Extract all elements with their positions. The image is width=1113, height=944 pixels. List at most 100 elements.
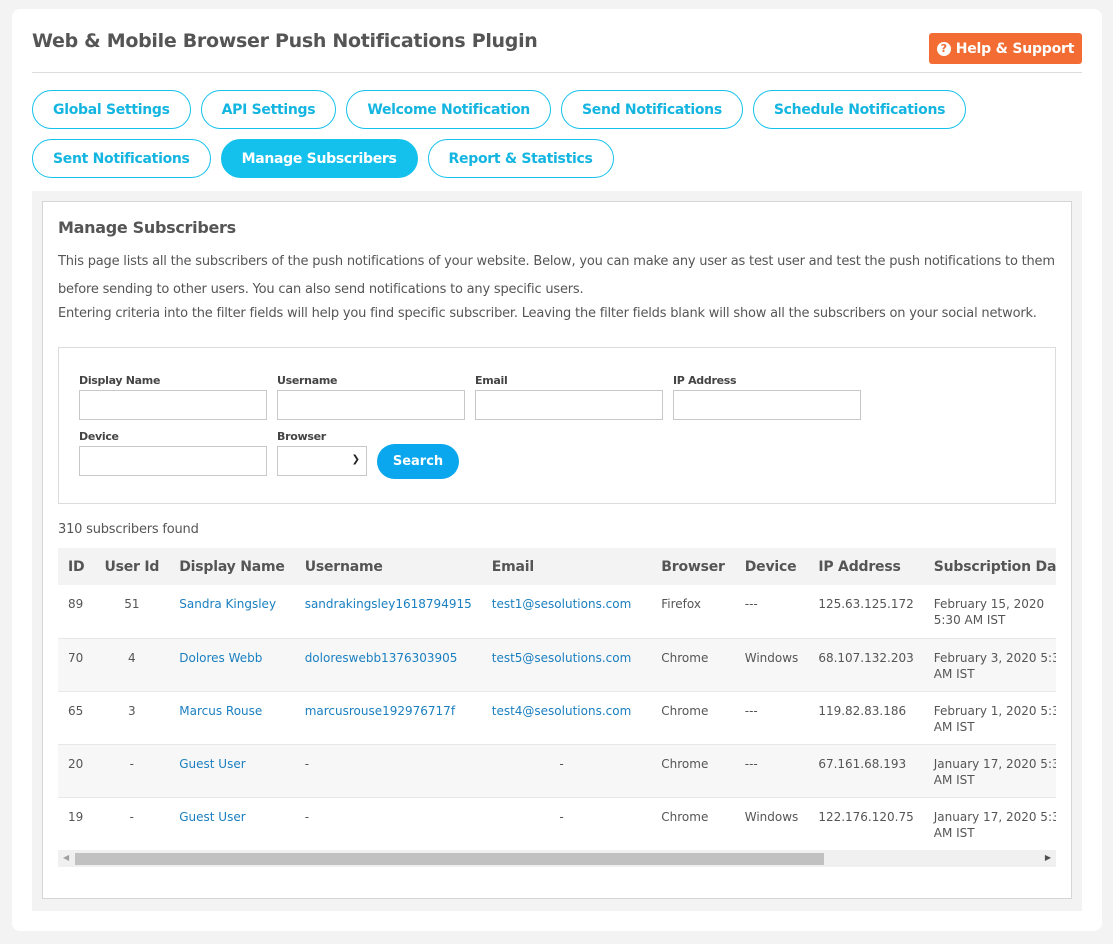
manage-subscribers-panel: Manage Subscribers This page lists all t…	[42, 201, 1072, 899]
plugin-card: Web & Mobile Browser Push Notifications …	[12, 9, 1102, 931]
scroll-left-arrow-icon[interactable]: ◀	[63, 853, 69, 862]
content-area: Manage Subscribers This page lists all t…	[32, 191, 1082, 911]
cell-user-id: 4	[128, 650, 136, 665]
browser-filter: Browser ❯	[277, 430, 367, 476]
browser-select[interactable]: ❯	[277, 446, 367, 476]
tab-send-notifications[interactable]: Send Notifications	[560, 90, 743, 129]
ip-address-label: IP Address	[673, 374, 737, 387]
cell-display-name[interactable]: Guest User	[169, 744, 294, 797]
cell-display-name[interactable]: Guest User	[169, 797, 294, 850]
header-divider	[32, 72, 1082, 73]
cell-device: Windows	[744, 650, 799, 665]
scroll-right-arrow-icon[interactable]: ▶	[1045, 853, 1051, 862]
results-count: 310 subscribers found	[58, 522, 199, 537]
col-subscription-date: Subscription Date	[933, 558, 1056, 575]
col-ip-address: IP Address	[818, 558, 901, 575]
cell-browser: Firefox	[661, 597, 701, 611]
cell-display-name[interactable]: Sandra Kingsley	[169, 585, 294, 638]
email-filter: Email	[475, 374, 663, 420]
nav-tabs: Global Settings API Settings Welcome Not…	[32, 90, 1082, 188]
cell-ip-address: 68.107.132.203	[818, 650, 914, 665]
col-display-name: Display Name	[179, 558, 285, 575]
cell-browser: Chrome	[661, 703, 709, 718]
cell-email: -	[559, 809, 564, 824]
cell-email-link[interactable]: test1@sesolutions.com	[492, 597, 632, 611]
cell-email: -	[559, 756, 564, 771]
col-email: Email	[491, 558, 534, 575]
cell-display-name-link[interactable]: Guest User	[179, 810, 245, 824]
cell-email-link[interactable]: test5@sesolutions.com	[492, 651, 632, 665]
device-input[interactable]	[79, 446, 267, 476]
cell-ip-address: 125.63.125.172	[818, 597, 914, 611]
col-username: Username	[304, 558, 383, 575]
cell-email-link[interactable]: test4@sesolutions.com	[492, 704, 632, 718]
cell-subscription-date: January 17, 2020 5:30 AM IST	[933, 809, 1056, 840]
cell-display-name-link[interactable]: Marcus Rouse	[179, 704, 262, 718]
cell-display-name-link[interactable]: Dolores Webb	[179, 651, 262, 665]
cell-id: 89	[68, 597, 84, 611]
cell-browser: Chrome	[661, 809, 709, 824]
cell-display-name[interactable]: Marcus Rouse	[169, 691, 294, 744]
display-name-input[interactable]	[79, 390, 267, 420]
cell-display-name-link[interactable]: Guest User	[179, 757, 245, 771]
cell-device: ---	[744, 597, 758, 611]
cell-ip-address: 67.161.68.193	[818, 756, 907, 771]
tab-manage-subscribers[interactable]: Manage Subscribers	[220, 139, 418, 178]
cell-email[interactable]: test1@sesolutions.com	[482, 585, 652, 638]
cell-username-link[interactable]: marcusrouse192976717f	[305, 704, 455, 718]
device-filter: Device	[79, 430, 267, 476]
section-description: This page lists all the subscribers of t…	[58, 248, 1058, 324]
cell-ip-address: 122.176.120.75	[818, 809, 914, 824]
col-device: Device	[744, 558, 797, 575]
cell-display-name-link[interactable]: Sandra Kingsley	[179, 597, 276, 611]
cell-username[interactable]: marcusrouse192976717f	[295, 691, 482, 744]
cell-username-link[interactable]: sandrakingsley1618794915	[305, 597, 472, 611]
cell-device: ---	[744, 756, 758, 771]
col-id: ID	[68, 558, 85, 575]
cell-username[interactable]: sandrakingsley1618794915	[295, 585, 482, 638]
subscribers-table-container: ID User Id Display Name Username Email B…	[58, 548, 1056, 850]
col-browser: Browser	[661, 558, 725, 575]
cell-username-link[interactable]: doloreswebb1376303905	[305, 651, 458, 665]
chevron-down-icon: ❯	[351, 454, 360, 465]
cell-subscription-date: February 3, 2020 5:30 AM IST	[933, 650, 1056, 681]
cell-id: 19	[68, 809, 84, 824]
tab-api-settings[interactable]: API Settings	[200, 90, 337, 129]
filter-form: Display Name Username Email IP Address D…	[58, 347, 1056, 504]
section-title: Manage Subscribers	[58, 218, 236, 237]
horizontal-scrollbar[interactable]: ◀ ▶	[58, 850, 1056, 867]
cell-user-id: -	[129, 756, 135, 771]
col-user-id: User Id	[104, 558, 160, 575]
device-label: Device	[79, 430, 119, 443]
cell-browser: Chrome	[661, 756, 709, 771]
email-input[interactable]	[475, 390, 663, 420]
cell-user-id: -	[129, 809, 135, 824]
browser-label: Browser	[277, 430, 326, 443]
cell-subscription-date: February 15, 2020 5:30 AM IST	[933, 597, 1045, 627]
cell-email[interactable]: test4@sesolutions.com	[482, 691, 652, 744]
display-name-filter: Display Name	[79, 374, 267, 420]
tab-sent-notifications[interactable]: Sent Notifications	[32, 139, 211, 178]
subscribers-table: ID User Id Display Name Username Email B…	[58, 548, 1056, 850]
table-row: 19 - Guest User - - Chrome Windows 122.1…	[58, 797, 1056, 850]
table-header-row: ID User Id Display Name Username Email B…	[58, 548, 1056, 585]
cell-id: 70	[68, 650, 84, 665]
cell-user-id: 51	[124, 597, 140, 611]
tab-welcome-notification[interactable]: Welcome Notification	[346, 90, 551, 129]
cell-browser: Chrome	[661, 650, 709, 665]
search-button[interactable]: Search	[377, 444, 459, 479]
cell-display-name[interactable]: Dolores Webb	[169, 638, 294, 691]
scrollbar-thumb[interactable]	[75, 853, 824, 865]
username-input[interactable]	[277, 390, 465, 420]
cell-email[interactable]: test5@sesolutions.com	[482, 638, 652, 691]
tab-report-statistics[interactable]: Report & Statistics	[427, 139, 614, 178]
tab-schedule-notifications[interactable]: Schedule Notifications	[752, 90, 967, 129]
tab-global-settings[interactable]: Global Settings	[32, 90, 191, 129]
username-label: Username	[277, 374, 338, 387]
ip-address-filter: IP Address	[673, 374, 861, 420]
help-support-button[interactable]: ? Help & Support	[929, 33, 1082, 64]
table-row: 70 4 Dolores Webb doloreswebb1376303905 …	[58, 638, 1056, 691]
cell-id: 20	[68, 756, 84, 771]
ip-address-input[interactable]	[673, 390, 861, 420]
cell-username[interactable]: doloreswebb1376303905	[295, 638, 482, 691]
